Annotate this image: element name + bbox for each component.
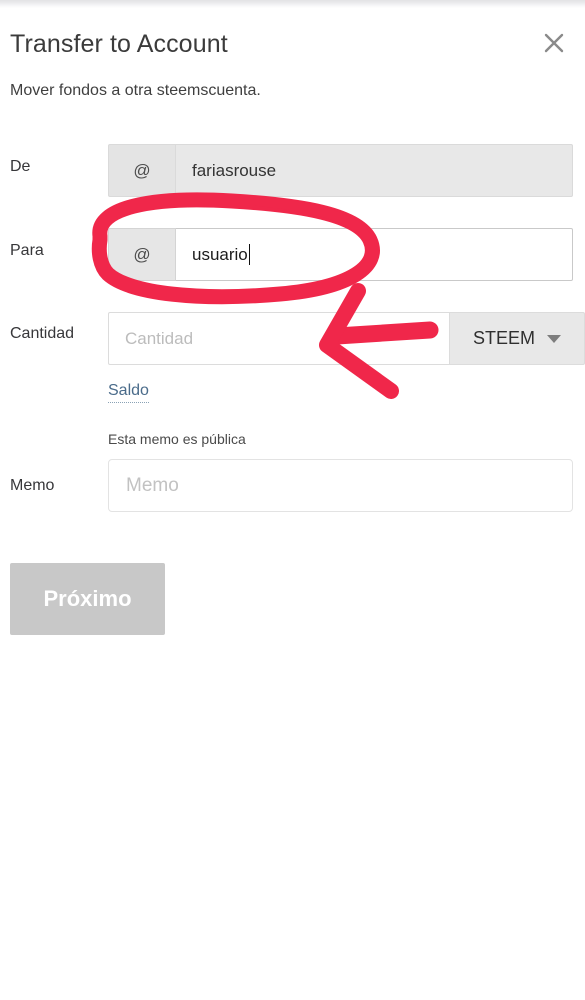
currency-value: STEEM	[472, 328, 535, 348]
next-button[interactable]: Próximo	[10, 563, 165, 635]
chevron-down-icon	[547, 334, 561, 343]
to-at-prefix: @	[108, 228, 176, 281]
from-at-prefix: @	[108, 144, 176, 197]
text-cursor	[248, 244, 250, 265]
to-field-group: @ usuario	[108, 228, 573, 281]
currency-select[interactable]: STEEM	[449, 312, 585, 365]
close-button[interactable]	[537, 26, 571, 60]
amount-field-group: STEEM	[108, 312, 585, 365]
to-account-value: usuario	[192, 244, 248, 264]
balance-link[interactable]: Saldo	[108, 382, 149, 403]
memo-field-group	[108, 459, 573, 512]
dialog-subtitle: Mover fondos a otra steemscuenta.	[10, 82, 261, 99]
top-gradient-bar	[0, 0, 585, 8]
close-icon	[542, 31, 566, 55]
to-account-input[interactable]: usuario	[176, 228, 573, 281]
memo-public-hint: Esta memo es pública	[108, 431, 246, 447]
memo-label: Memo	[10, 477, 55, 494]
from-account-input[interactable]	[176, 144, 573, 197]
transfer-dialog: Transfer to Account Mover fondos a otra …	[0, 8, 585, 1000]
from-label: De	[10, 158, 31, 175]
page-title: Transfer to Account	[10, 30, 228, 58]
from-field-group: @	[108, 144, 573, 197]
amount-label: Cantidad	[10, 325, 75, 342]
to-label: Para	[10, 242, 44, 259]
amount-input[interactable]	[108, 312, 449, 365]
memo-input[interactable]	[108, 459, 573, 512]
